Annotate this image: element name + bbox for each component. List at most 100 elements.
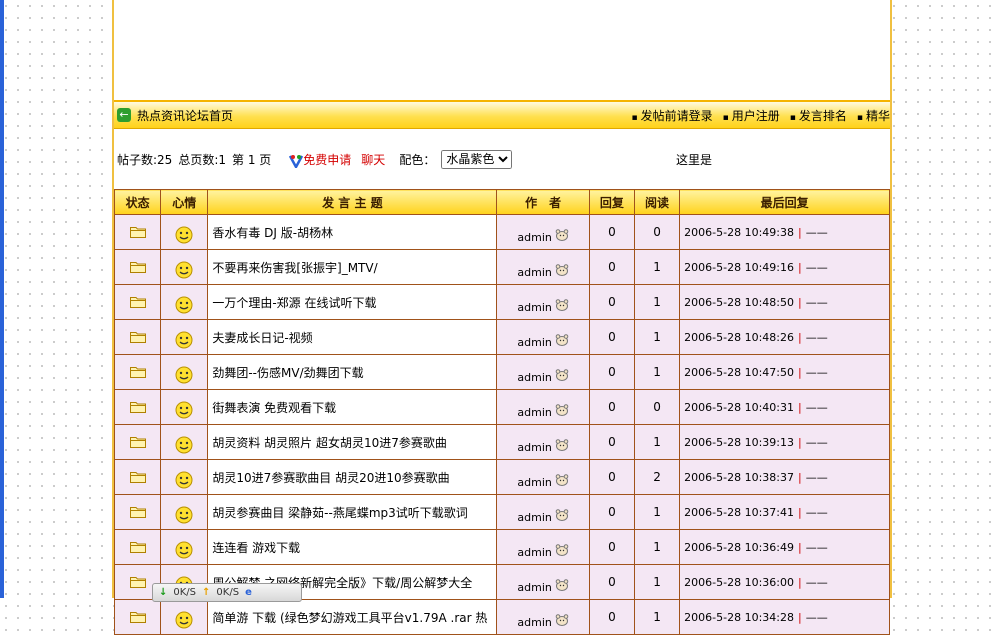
smiley-icon xyxy=(175,331,193,348)
last-reply-cell[interactable]: 2006-5-28 10:34:28 | —— xyxy=(679,599,890,635)
subject-link[interactable]: 胡灵10进7参赛歌曲目 胡灵20进10参赛歌曲 xyxy=(207,459,498,495)
subject-link[interactable]: 街舞表演 免费观看下载 xyxy=(207,389,498,425)
author-name: admin xyxy=(517,265,552,279)
status-cell xyxy=(113,389,162,425)
announcement-marquee: 这里是 xyxy=(676,153,713,167)
mood-cell xyxy=(160,389,209,425)
read-count: 0 xyxy=(633,214,681,250)
table-row[interactable]: 香水有毒 DJ 版-胡杨林 admin 0 0 2006-5-28 10:49:38 | —… xyxy=(113,214,890,250)
subject-link[interactable]: 一万个理由-郑源 在线试听下载 xyxy=(207,284,498,320)
nav-home-label: 热点资讯论坛首页 xyxy=(137,108,234,123)
author-cell[interactable]: admin xyxy=(496,564,590,600)
table-row[interactable]: 简单游 下载 (绿色梦幻游戏工具平台v1.79A .rar 热 admin 0 1 20… xyxy=(113,599,890,635)
subject-link[interactable]: 简单游 下载 (绿色梦幻游戏工具平台v1.79A .rar 热 xyxy=(207,599,498,635)
subject-link[interactable]: 香水有毒 DJ 版-胡杨林 xyxy=(207,214,498,250)
smiley-icon xyxy=(175,471,193,488)
nav-bar: ← 热点资讯论坛首页 发帖前请登录 用户注册 发言排名 精华 xyxy=(114,102,890,129)
last-reply-cell[interactable]: 2006-5-28 10:40:31 | —— xyxy=(679,389,890,425)
author-cell[interactable]: admin xyxy=(496,249,590,285)
last-reply-cell[interactable]: 2006-5-28 10:36:00 | —— xyxy=(679,564,890,600)
table-row[interactable]: 胡灵参赛曲目 梁静茹--燕尾蝶mp3试听下载歌词 admin 0 1 2006-5-28… xyxy=(113,494,890,530)
author-cell[interactable]: admin xyxy=(496,459,590,495)
last-reply-user: —— xyxy=(805,225,828,239)
author-cell[interactable]: admin xyxy=(496,354,590,390)
subject-link[interactable]: 劲舞团--伤感MV/劲舞团下载 xyxy=(207,354,498,390)
last-reply-cell[interactable]: 2006-5-28 10:39:13 | —— xyxy=(679,424,890,460)
last-reply-user: —— xyxy=(805,435,828,449)
subject-link[interactable]: 夫妻成长日记-视频 xyxy=(207,319,498,355)
folder-icon xyxy=(129,541,146,553)
folder-icon xyxy=(129,436,146,448)
table-row[interactable]: 夫妻成长日记-视频 admin 0 1 2006-5-28 10:48:26 | —— xyxy=(113,319,890,355)
last-reply-cell[interactable]: 2006-5-28 10:37:41 | —— xyxy=(679,494,890,530)
last-reply-cell[interactable]: 2006-5-28 10:48:50 | —— xyxy=(679,284,890,320)
table-row[interactable]: 一万个理由-郑源 在线试听下载 admin 0 1 2006-5-28 10:48:50… xyxy=(113,284,890,320)
last-reply-cell[interactable]: 2006-5-28 10:49:16 | —— xyxy=(679,249,890,285)
last-reply-cell[interactable]: 2006-5-28 10:48:26 | —— xyxy=(679,319,890,355)
author-cell[interactable]: admin xyxy=(496,389,590,425)
smiley-icon xyxy=(175,436,193,453)
author-cell[interactable]: admin xyxy=(496,319,590,355)
nav-link-ranking[interactable]: 发言排名 xyxy=(790,107,847,124)
topic-rows: 香水有毒 DJ 版-胡杨林 admin 0 0 2006-5-28 10:49:38 | —… xyxy=(113,214,890,635)
last-reply-user: —— xyxy=(805,260,828,274)
browser-icon[interactable]: e xyxy=(245,587,252,598)
author-name: admin xyxy=(517,335,552,349)
mood-cell xyxy=(160,284,209,320)
free-apply-link[interactable]: 免费申请 xyxy=(303,151,351,168)
reply-count: 0 xyxy=(588,599,635,635)
subject-link[interactable]: 不要再来伤害我[张振宇]_MTV/ xyxy=(207,249,498,285)
user-head-icon xyxy=(555,368,569,381)
last-reply-cell[interactable]: 2006-5-28 10:36:49 | —— xyxy=(679,529,890,565)
author-name: admin xyxy=(517,440,552,454)
table-row[interactable]: 胡灵10进7参赛歌曲目 胡灵20进10参赛歌曲 admin 0 2 2006-5-28 … xyxy=(113,459,890,495)
last-reply-user: —— xyxy=(805,610,828,624)
last-reply-cell[interactable]: 2006-5-28 10:47:50 | —— xyxy=(679,354,890,390)
user-head-icon xyxy=(555,508,569,521)
separator: | xyxy=(797,330,802,344)
download-rate: 0K/S xyxy=(173,587,197,598)
reply-count: 0 xyxy=(588,389,635,425)
nav-link-register[interactable]: 用户注册 xyxy=(723,107,780,124)
subject-link[interactable]: 连连看 游戏下载 xyxy=(207,529,498,565)
author-cell[interactable]: admin xyxy=(496,494,590,530)
apply-icon xyxy=(289,155,304,168)
folder-icon xyxy=(129,401,146,413)
subject-link[interactable]: 胡灵参赛曲目 梁静茹--燕尾蝶mp3试听下载歌词 xyxy=(207,494,498,530)
author-cell[interactable]: admin xyxy=(496,529,590,565)
status-cell xyxy=(113,249,162,285)
user-head-icon xyxy=(555,298,569,311)
nav-link-featured[interactable]: 精华 xyxy=(857,107,890,124)
col-status: 状态 xyxy=(113,189,162,215)
author-name: admin xyxy=(517,615,552,629)
table-row[interactable]: 不要再来伤害我[张振宇]_MTV/admin 0 1 2006-5-28 10:49:… xyxy=(113,249,890,285)
author-cell[interactable]: admin xyxy=(496,214,590,250)
table-row[interactable]: 胡灵资料 胡灵照片 超女胡灵10进7参赛歌曲 admin 0 1 2006-5-28 1… xyxy=(113,424,890,460)
last-reply-cell[interactable]: 2006-5-28 10:49:38 | —— xyxy=(679,214,890,250)
theme-select[interactable]: 水晶紫色 xyxy=(441,149,513,169)
smiley-icon xyxy=(175,401,193,418)
nav-link-login[interactable]: 发帖前请登录 xyxy=(632,107,713,124)
author-name: admin xyxy=(517,370,552,384)
table-row[interactable]: 连连看 游戏下载 admin 0 1 2006-5-28 10:36:49 | —— xyxy=(113,529,890,565)
table-row[interactable]: 街舞表演 免费观看下载 admin 0 0 2006-5-28 10:40:31 | —— xyxy=(113,389,890,425)
table-row[interactable]: 劲舞团--伤感MV/劲舞团下载 admin 0 1 2006-5-28 10:47:50… xyxy=(113,354,890,390)
chat-link[interactable]: 聊天 xyxy=(361,151,385,168)
author-name: admin xyxy=(517,510,552,524)
user-head-icon xyxy=(555,543,569,556)
user-head-icon xyxy=(555,333,569,346)
read-count: 1 xyxy=(633,599,681,635)
nav-home-link[interactable]: ← 热点资讯论坛首页 xyxy=(114,107,233,124)
author-cell[interactable]: admin xyxy=(496,599,590,635)
author-cell[interactable]: admin xyxy=(496,284,590,320)
last-reply-cell[interactable]: 2006-5-28 10:38:37 | —— xyxy=(679,459,890,495)
status-cell xyxy=(113,459,162,495)
author-cell[interactable]: admin xyxy=(496,424,590,460)
user-head-icon xyxy=(555,263,569,276)
mood-cell xyxy=(160,494,209,530)
subject-link[interactable]: 胡灵资料 胡灵照片 超女胡灵10进7参赛歌曲 xyxy=(207,424,498,460)
last-reply-time: 2006-5-28 10:48:26 xyxy=(684,330,794,344)
author-name: admin xyxy=(517,545,552,559)
status-cell xyxy=(113,424,162,460)
read-count: 1 xyxy=(633,249,681,285)
